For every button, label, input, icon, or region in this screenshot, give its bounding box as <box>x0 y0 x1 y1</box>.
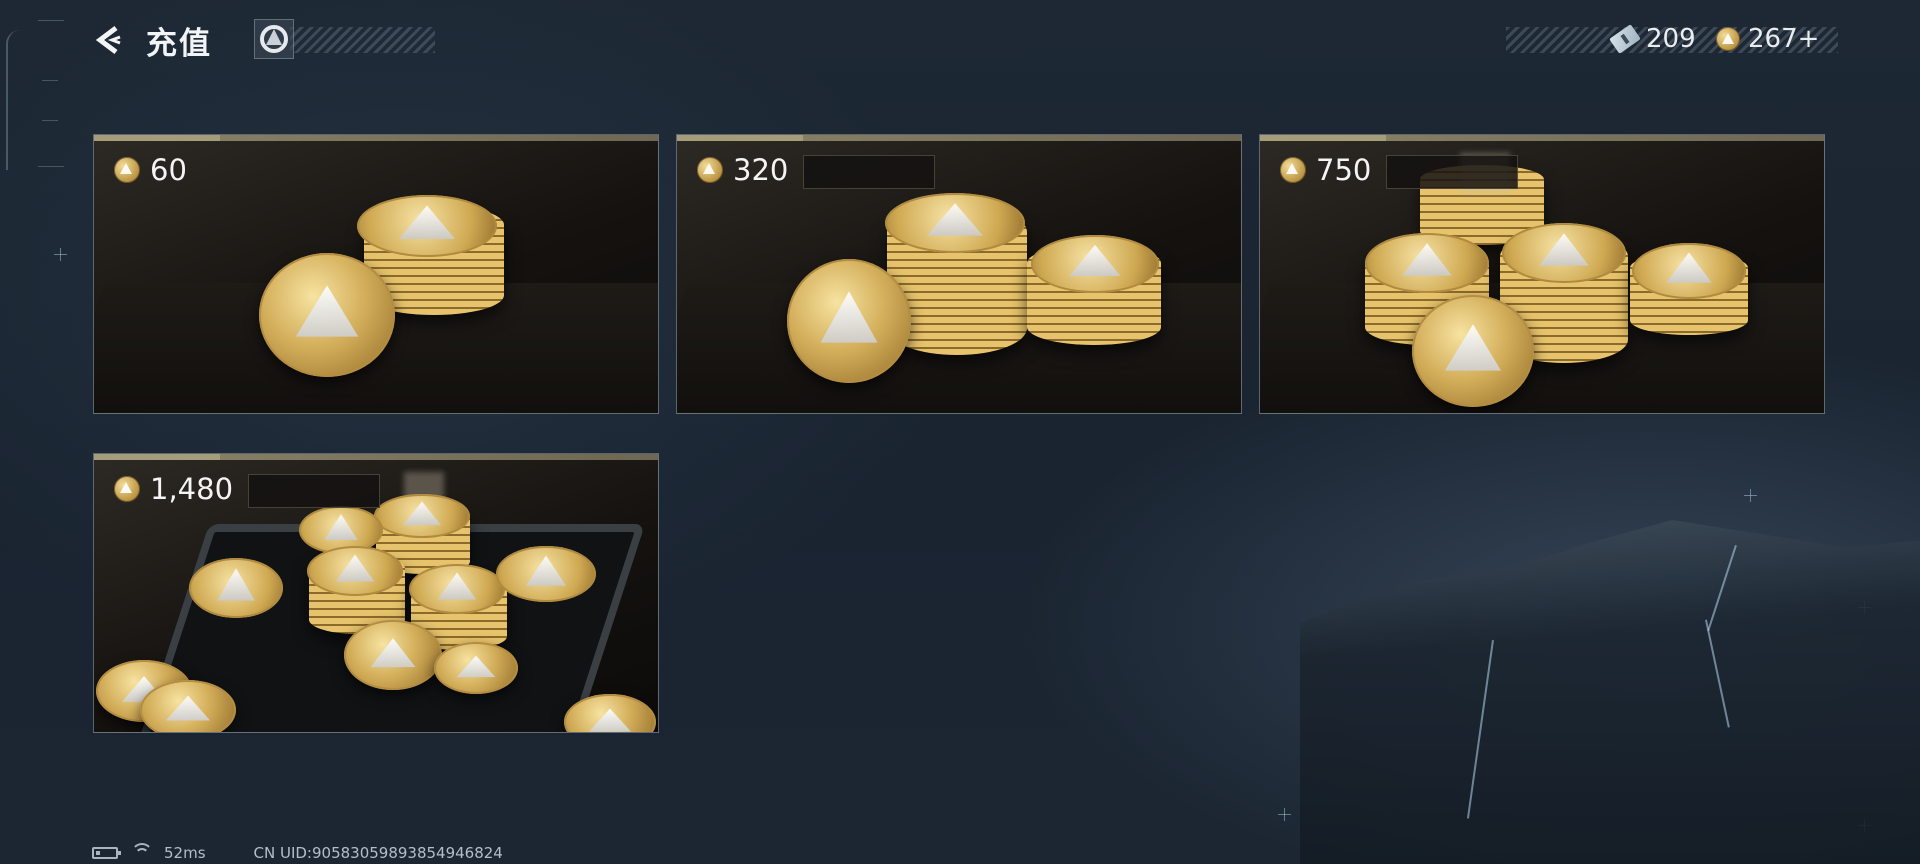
left-rail-decoration <box>6 30 22 170</box>
crosshair-decoration <box>54 248 67 261</box>
product-card-750[interactable]: 750 <box>1259 134 1825 414</box>
coupon-count: 209 <box>1646 24 1696 54</box>
coin-stack-top <box>357 195 497 257</box>
promo-badge-slot <box>803 155 935 189</box>
coin-stack-top <box>307 546 403 596</box>
product-amount: 750 <box>1280 153 1371 187</box>
gold-coin <box>140 680 236 732</box>
product-amount: 60 <box>114 153 187 187</box>
coin-stack-top <box>189 558 283 618</box>
coin-icon <box>697 157 723 183</box>
hud-tick <box>42 120 58 121</box>
coin-icon <box>114 157 140 183</box>
coin-stack-top <box>885 193 1025 253</box>
hud-tick <box>38 20 64 21</box>
page-title: 充值 <box>146 26 212 62</box>
coin-stack-top <box>1031 235 1159 293</box>
coin-icon <box>1280 157 1306 183</box>
product-amount-value: 320 <box>733 153 789 187</box>
coin-balance[interactable]: 267+ <box>1716 22 1819 56</box>
coupon-balance[interactable]: 209 <box>1609 22 1696 56</box>
gold-coin <box>259 253 395 377</box>
header-stripe-decoration <box>290 27 435 53</box>
coin-count: 267+ <box>1748 24 1820 54</box>
product-amount-value: 60 <box>150 153 187 187</box>
status-bar: 52ms CN UID:905830598938549468​24 <box>92 843 503 862</box>
gold-coin <box>1412 295 1534 407</box>
coin-stack-top <box>1502 223 1626 283</box>
hud-tick <box>42 80 58 81</box>
coin-icon <box>1716 27 1740 51</box>
ping-value: 52ms <box>164 844 206 862</box>
crosshair-decoration <box>1744 489 1757 502</box>
brand-logo-icon[interactable] <box>254 19 294 59</box>
crosshair-decoration <box>1278 808 1291 821</box>
product-amount-value: 750 <box>1316 153 1372 187</box>
chevron-left-icon <box>95 26 121 54</box>
coin-stack-top <box>1365 233 1489 293</box>
wifi-icon <box>131 843 153 861</box>
battery-icon <box>92 847 121 859</box>
gold-coin <box>787 259 911 383</box>
store-screen: 充值 209 267+ 60 320 750 1,480 52ms CN UID… <box>0 0 1920 864</box>
back-button[interactable] <box>92 24 124 56</box>
coin-stack-top <box>1632 243 1746 299</box>
coin-stack-top <box>374 494 470 538</box>
card-tag <box>677 135 803 141</box>
user-uid: CN UID:905830598938549468​24 <box>253 844 503 862</box>
card-tag <box>94 454 220 460</box>
gold-coin <box>344 620 442 690</box>
coupon-icon <box>1609 24 1641 54</box>
gold-coin <box>434 642 518 694</box>
product-card-60[interactable]: 60 <box>93 134 659 414</box>
product-amount: 1,480 <box>114 472 233 506</box>
mountain-backdrop <box>1300 520 1920 864</box>
hud-tick <box>38 166 64 167</box>
product-amount: 320 <box>697 153 788 187</box>
product-card-320[interactable]: 320 <box>676 134 1242 414</box>
product-card-1480[interactable]: 1,480 <box>93 453 659 733</box>
card-tag <box>94 135 220 141</box>
card-tag <box>1260 135 1386 141</box>
promo-badge-slot <box>1386 155 1518 189</box>
coin-icon <box>114 476 140 502</box>
promo-badge-slot <box>248 474 380 508</box>
coin-stack-top <box>496 546 596 602</box>
coin-stack-top <box>409 564 505 614</box>
product-amount-value: 1,480 <box>150 472 234 506</box>
